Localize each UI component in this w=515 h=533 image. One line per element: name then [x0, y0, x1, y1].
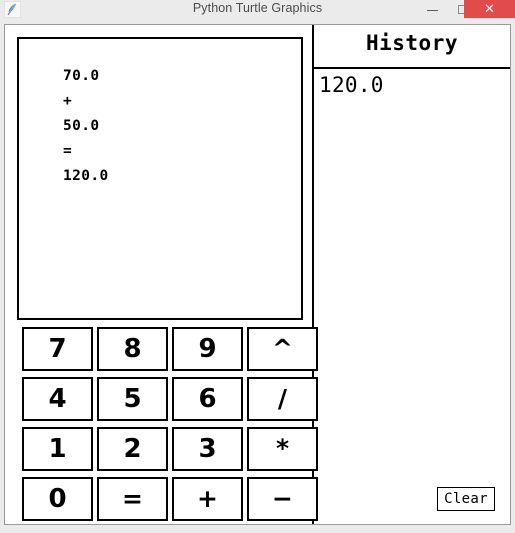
key-8[interactable]: 8 [97, 327, 168, 371]
display-line-operand-2: 50.0 [63, 118, 100, 134]
key-3[interactable]: 3 [172, 427, 243, 471]
python-feather-icon [3, 0, 22, 19]
calculator-display: 70.0 + 50.0 = 120.0 [17, 37, 303, 320]
display-line-operator: + [63, 93, 73, 109]
key-9[interactable]: 9 [172, 327, 243, 371]
key-plus[interactable]: + [172, 477, 243, 521]
history-entry: 120.0 [319, 73, 384, 97]
minimize-button[interactable] [417, 0, 448, 19]
minimize-icon [427, 10, 438, 11]
key-0[interactable]: 0 [22, 477, 93, 521]
calculator-keypad: 7 8 9 ^ 4 5 6/ 1 2 3 * 0 = + − [17, 327, 318, 524]
key-7[interactable]: 7 [22, 327, 93, 371]
history-title: History [365, 31, 458, 55]
key-2[interactable]: 2 [97, 427, 168, 471]
title-bar: Python Turtle Graphics ✕ [0, 0, 515, 19]
key-power[interactable]: ^ [247, 327, 318, 371]
display-line-equals: = [63, 143, 73, 159]
application-window: Python Turtle Graphics ✕ 70.0 + 50.0 = 1… [0, 0, 515, 533]
key-minus[interactable]: − [247, 477, 318, 521]
display-line-result: 120.0 [63, 168, 109, 184]
key-equals[interactable]: = [97, 477, 168, 521]
history-list: 120.0 [319, 72, 509, 98]
key-1[interactable]: 1 [22, 427, 93, 471]
turtle-canvas: 70.0 + 50.0 = 120.0 History 120.0 7 8 9 ^ 4 5… [5, 25, 510, 524]
close-button[interactable]: ✕ [464, 0, 515, 18]
turtle-canvas-frame: 70.0 + 50.0 = 120.0 History 120.0 7 8 9 ^ 4 5… [4, 24, 511, 525]
key-5[interactable]: 5 [97, 377, 168, 421]
close-icon: ✕ [484, 1, 495, 16]
key-divide[interactable]: / [247, 377, 318, 421]
display-line-operand-1: 70.0 [63, 68, 100, 84]
key-4[interactable]: 4 [22, 377, 93, 421]
clear-button[interactable]: Clear [437, 487, 495, 511]
key-6[interactable]: 6 [172, 377, 243, 421]
key-multiply[interactable]: * [247, 427, 318, 471]
history-panel: History 120.0 [314, 25, 510, 524]
history-title-rule [314, 67, 510, 69]
